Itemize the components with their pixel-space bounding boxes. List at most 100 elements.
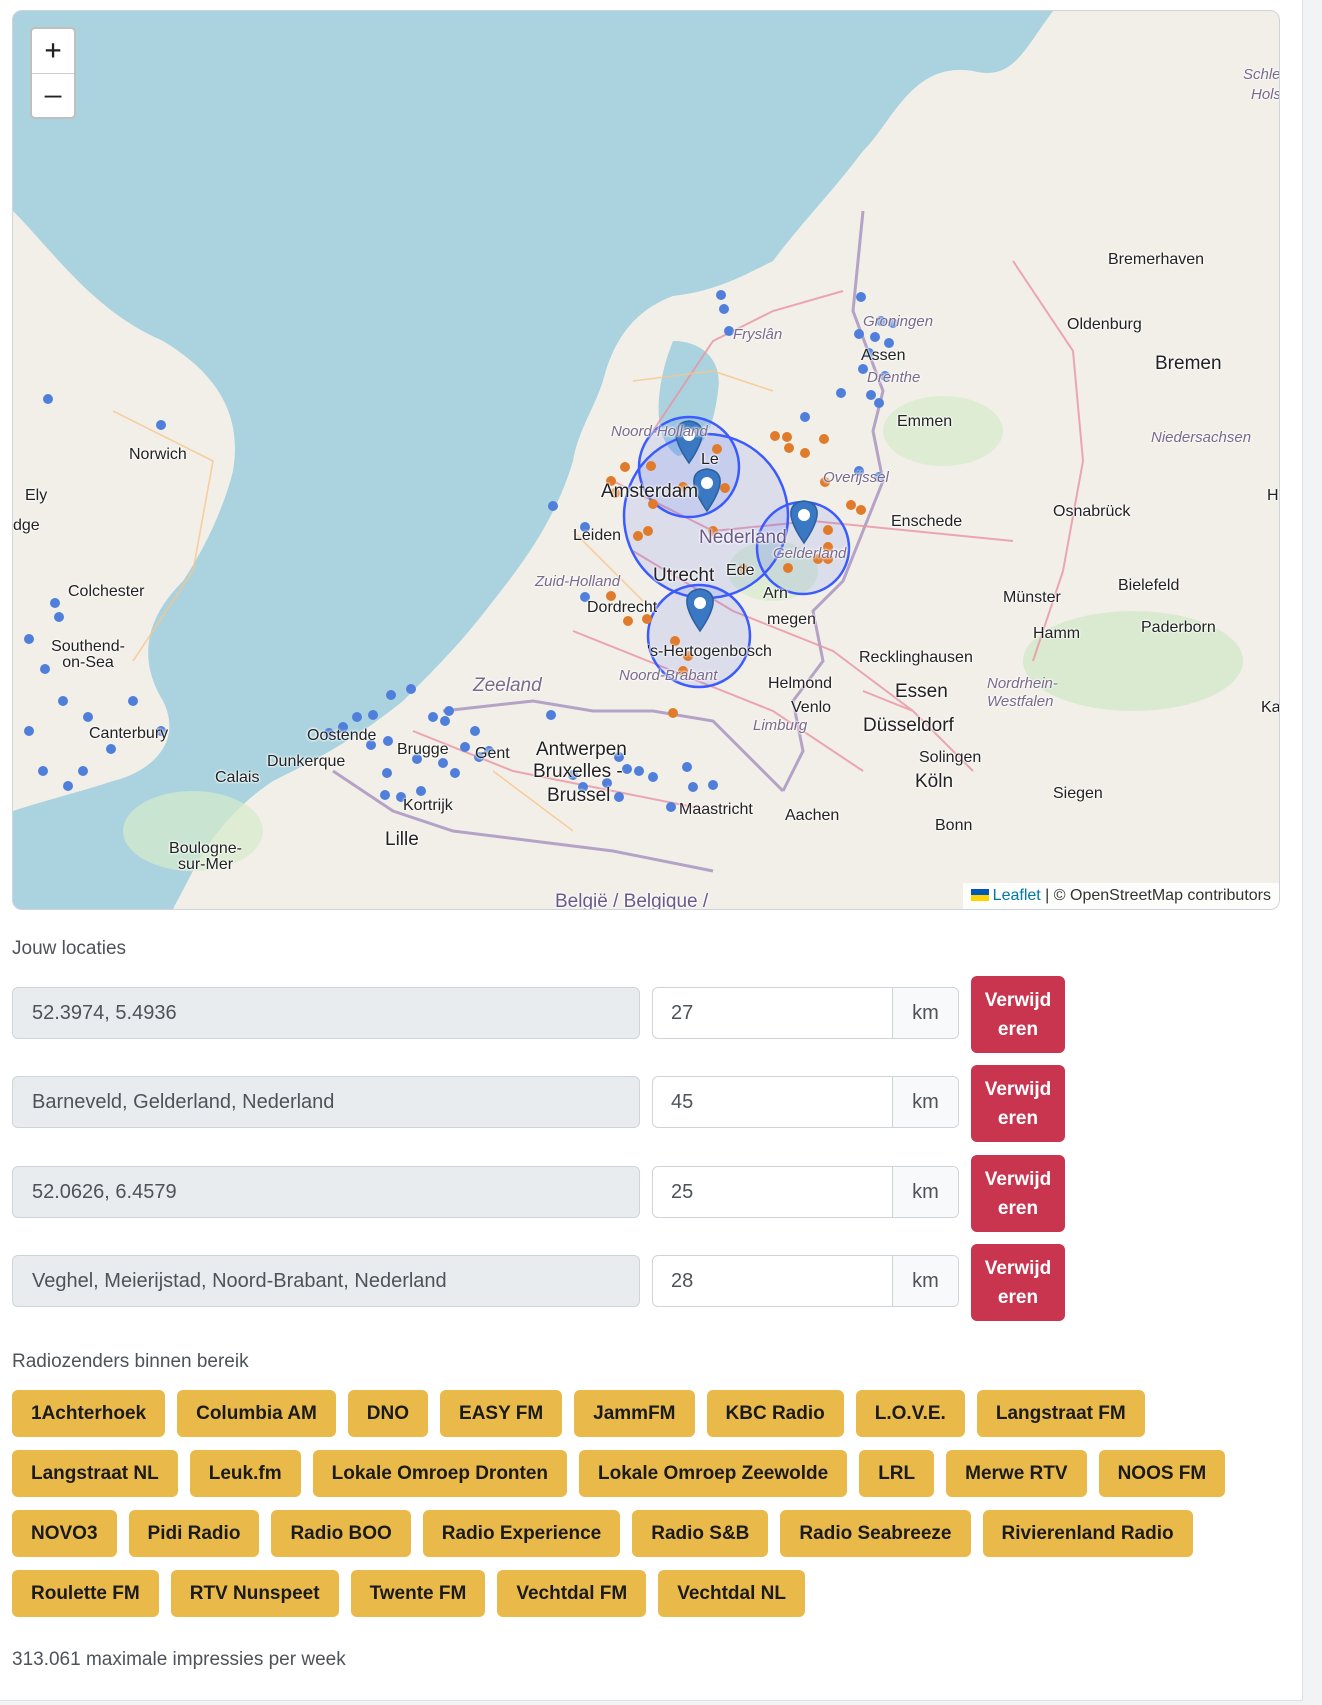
station-badge: Vechtdal NL xyxy=(658,1570,805,1617)
map-label: Utrecht xyxy=(653,565,715,586)
map-label: Münster xyxy=(1003,589,1061,606)
map-label: Solingen xyxy=(919,749,982,766)
map-label: Niedersachsen xyxy=(1151,429,1252,446)
map-label: Drenthe xyxy=(867,369,921,386)
station-badge: Leuk.fm xyxy=(189,1450,301,1497)
map-label: Nordrhein-Westfalen xyxy=(987,675,1058,710)
radius-unit: km xyxy=(892,1256,958,1306)
station-badge: Langstraat NL xyxy=(12,1450,178,1497)
map-label: Essen xyxy=(895,681,948,702)
location-row: Barneveld, Gelderland, Nederland 45 km V… xyxy=(12,1065,1065,1143)
station-badge: Radio S&B xyxy=(632,1510,769,1557)
map-label: Antwerpen xyxy=(536,739,627,760)
location-row: Veghel, Meierijstad, Noord-Brabant, Nede… xyxy=(12,1244,1065,1322)
delete-location-button[interactable]: Verwijderen xyxy=(971,1065,1065,1142)
zoom-out-button[interactable]: – xyxy=(32,73,74,118)
station-badge: Radio Experience xyxy=(422,1510,621,1557)
green-area xyxy=(883,396,1003,466)
map-label: Calais xyxy=(215,769,260,786)
map-label: Ede xyxy=(726,562,755,579)
station-badge: KBC Radio xyxy=(706,1390,844,1437)
map-tiles xyxy=(13,11,1279,909)
map-label: Amsterdam xyxy=(601,481,699,502)
map-label: Le xyxy=(701,451,719,468)
radius-input[interactable]: 27 xyxy=(653,988,893,1038)
map-label: Bielefeld xyxy=(1118,577,1180,594)
station-badge: Rivierenland Radio xyxy=(982,1510,1193,1557)
map-label: H xyxy=(1267,487,1279,504)
station-badge: NOVO3 xyxy=(12,1510,117,1557)
radius-input-group: 25 km xyxy=(652,1166,959,1218)
station-badge: Merwe RTV xyxy=(946,1450,1087,1497)
map-label: Enschede xyxy=(891,513,963,530)
radius-input[interactable]: 28 xyxy=(653,1256,893,1306)
radius-unit: km xyxy=(892,1167,958,1217)
radius-unit: km xyxy=(892,1077,958,1127)
map-label: Arn xyxy=(763,585,788,602)
delete-location-button[interactable]: Verwijderen xyxy=(971,1155,1065,1232)
map-label: Bremen xyxy=(1155,353,1222,374)
station-badge: Pidi Radio xyxy=(128,1510,260,1557)
map-attribution: Leaflet | © OpenStreetMap contributors xyxy=(962,883,1279,909)
location-field[interactable]: 52.0626, 6.4579 xyxy=(12,1166,640,1218)
map-label: Ely xyxy=(25,487,48,504)
leaflet-link[interactable]: Leaflet xyxy=(993,887,1041,904)
map-label: Assen xyxy=(861,347,906,364)
station-badge: Vechtdal FM xyxy=(497,1570,647,1617)
radius-input-group: 27 km xyxy=(652,987,959,1039)
stations-heading: Radiozenders binnen bereik xyxy=(12,1351,249,1372)
station-list: 1Achterhoek Columbia AM DNO EASY FM Jamm… xyxy=(12,1390,1272,1630)
map-label: Hols xyxy=(1251,86,1280,103)
land-uk xyxy=(13,211,235,811)
map-label: dge xyxy=(13,517,40,534)
map-label: Schle xyxy=(1243,66,1280,83)
radius-input-group: 45 km xyxy=(652,1076,959,1128)
map-label: Lille xyxy=(385,829,419,850)
map-label: Dunkerque xyxy=(267,753,346,770)
map-label: Siegen xyxy=(1053,785,1103,802)
map-label: Paderborn xyxy=(1141,619,1216,636)
map-label: megen xyxy=(767,611,816,628)
station-badge: 1Achterhoek xyxy=(12,1390,166,1437)
ukraine-flag-icon xyxy=(970,889,989,901)
station-badge: EASY FM xyxy=(440,1390,563,1437)
map-label: Oostende xyxy=(307,727,377,744)
map-label: Gent xyxy=(475,745,510,762)
map-label: Limburg xyxy=(753,717,808,734)
attribution-text: | © OpenStreetMap contributors xyxy=(1045,887,1271,904)
station-badge: JammFM xyxy=(574,1390,695,1437)
locations-heading: Jouw locaties xyxy=(12,938,127,959)
station-badge: Twente FM xyxy=(350,1570,486,1617)
radius-input-group: 28 km xyxy=(652,1255,959,1307)
map-label: Colchester xyxy=(68,583,145,600)
map-label: Venlo xyxy=(791,699,832,716)
map-label: België / Belgique / xyxy=(555,891,709,910)
station-badge: Roulette FM xyxy=(12,1570,159,1617)
map-label: 's-Hertogenbosch xyxy=(647,643,772,660)
station-badge: NOOS FM xyxy=(1098,1450,1226,1497)
location-field[interactable]: Veghel, Meierijstad, Noord-Brabant, Nede… xyxy=(12,1255,640,1307)
map-label: Norwich xyxy=(129,446,187,463)
zoom-in-button[interactable]: + xyxy=(32,29,74,73)
map-label: Zeeland xyxy=(473,675,542,696)
map-label: Oldenburg xyxy=(1067,316,1142,333)
map-label: Fryslân xyxy=(733,326,783,343)
map[interactable]: Schle Hols Bremerhaven Groningen Oldenbu… xyxy=(12,10,1280,910)
radius-input[interactable]: 45 xyxy=(653,1077,893,1127)
map-label: Helmond xyxy=(768,675,833,692)
location-field[interactable]: 52.3974, 5.4936 xyxy=(12,987,640,1039)
radius-unit: km xyxy=(892,988,958,1038)
station-badge: Lokale Omroep Zeewolde xyxy=(579,1450,848,1497)
map-label: Canterbury xyxy=(89,725,169,742)
map-label: Brugge xyxy=(397,741,449,758)
radius-input[interactable]: 25 xyxy=(653,1167,893,1217)
map-label: Osnabrück xyxy=(1053,503,1131,520)
delete-location-button[interactable]: Verwijderen xyxy=(971,976,1065,1053)
map-label: Groningen xyxy=(863,313,934,330)
map-label: Zuid-Holland xyxy=(535,573,621,590)
map-label: Noord-Brabant xyxy=(619,667,718,684)
delete-location-button[interactable]: Verwijderen xyxy=(971,1244,1065,1321)
map-label: Aachen xyxy=(785,807,840,824)
location-field[interactable]: Barneveld, Gelderland, Nederland xyxy=(12,1076,640,1128)
zoom-control: + – xyxy=(30,27,76,119)
